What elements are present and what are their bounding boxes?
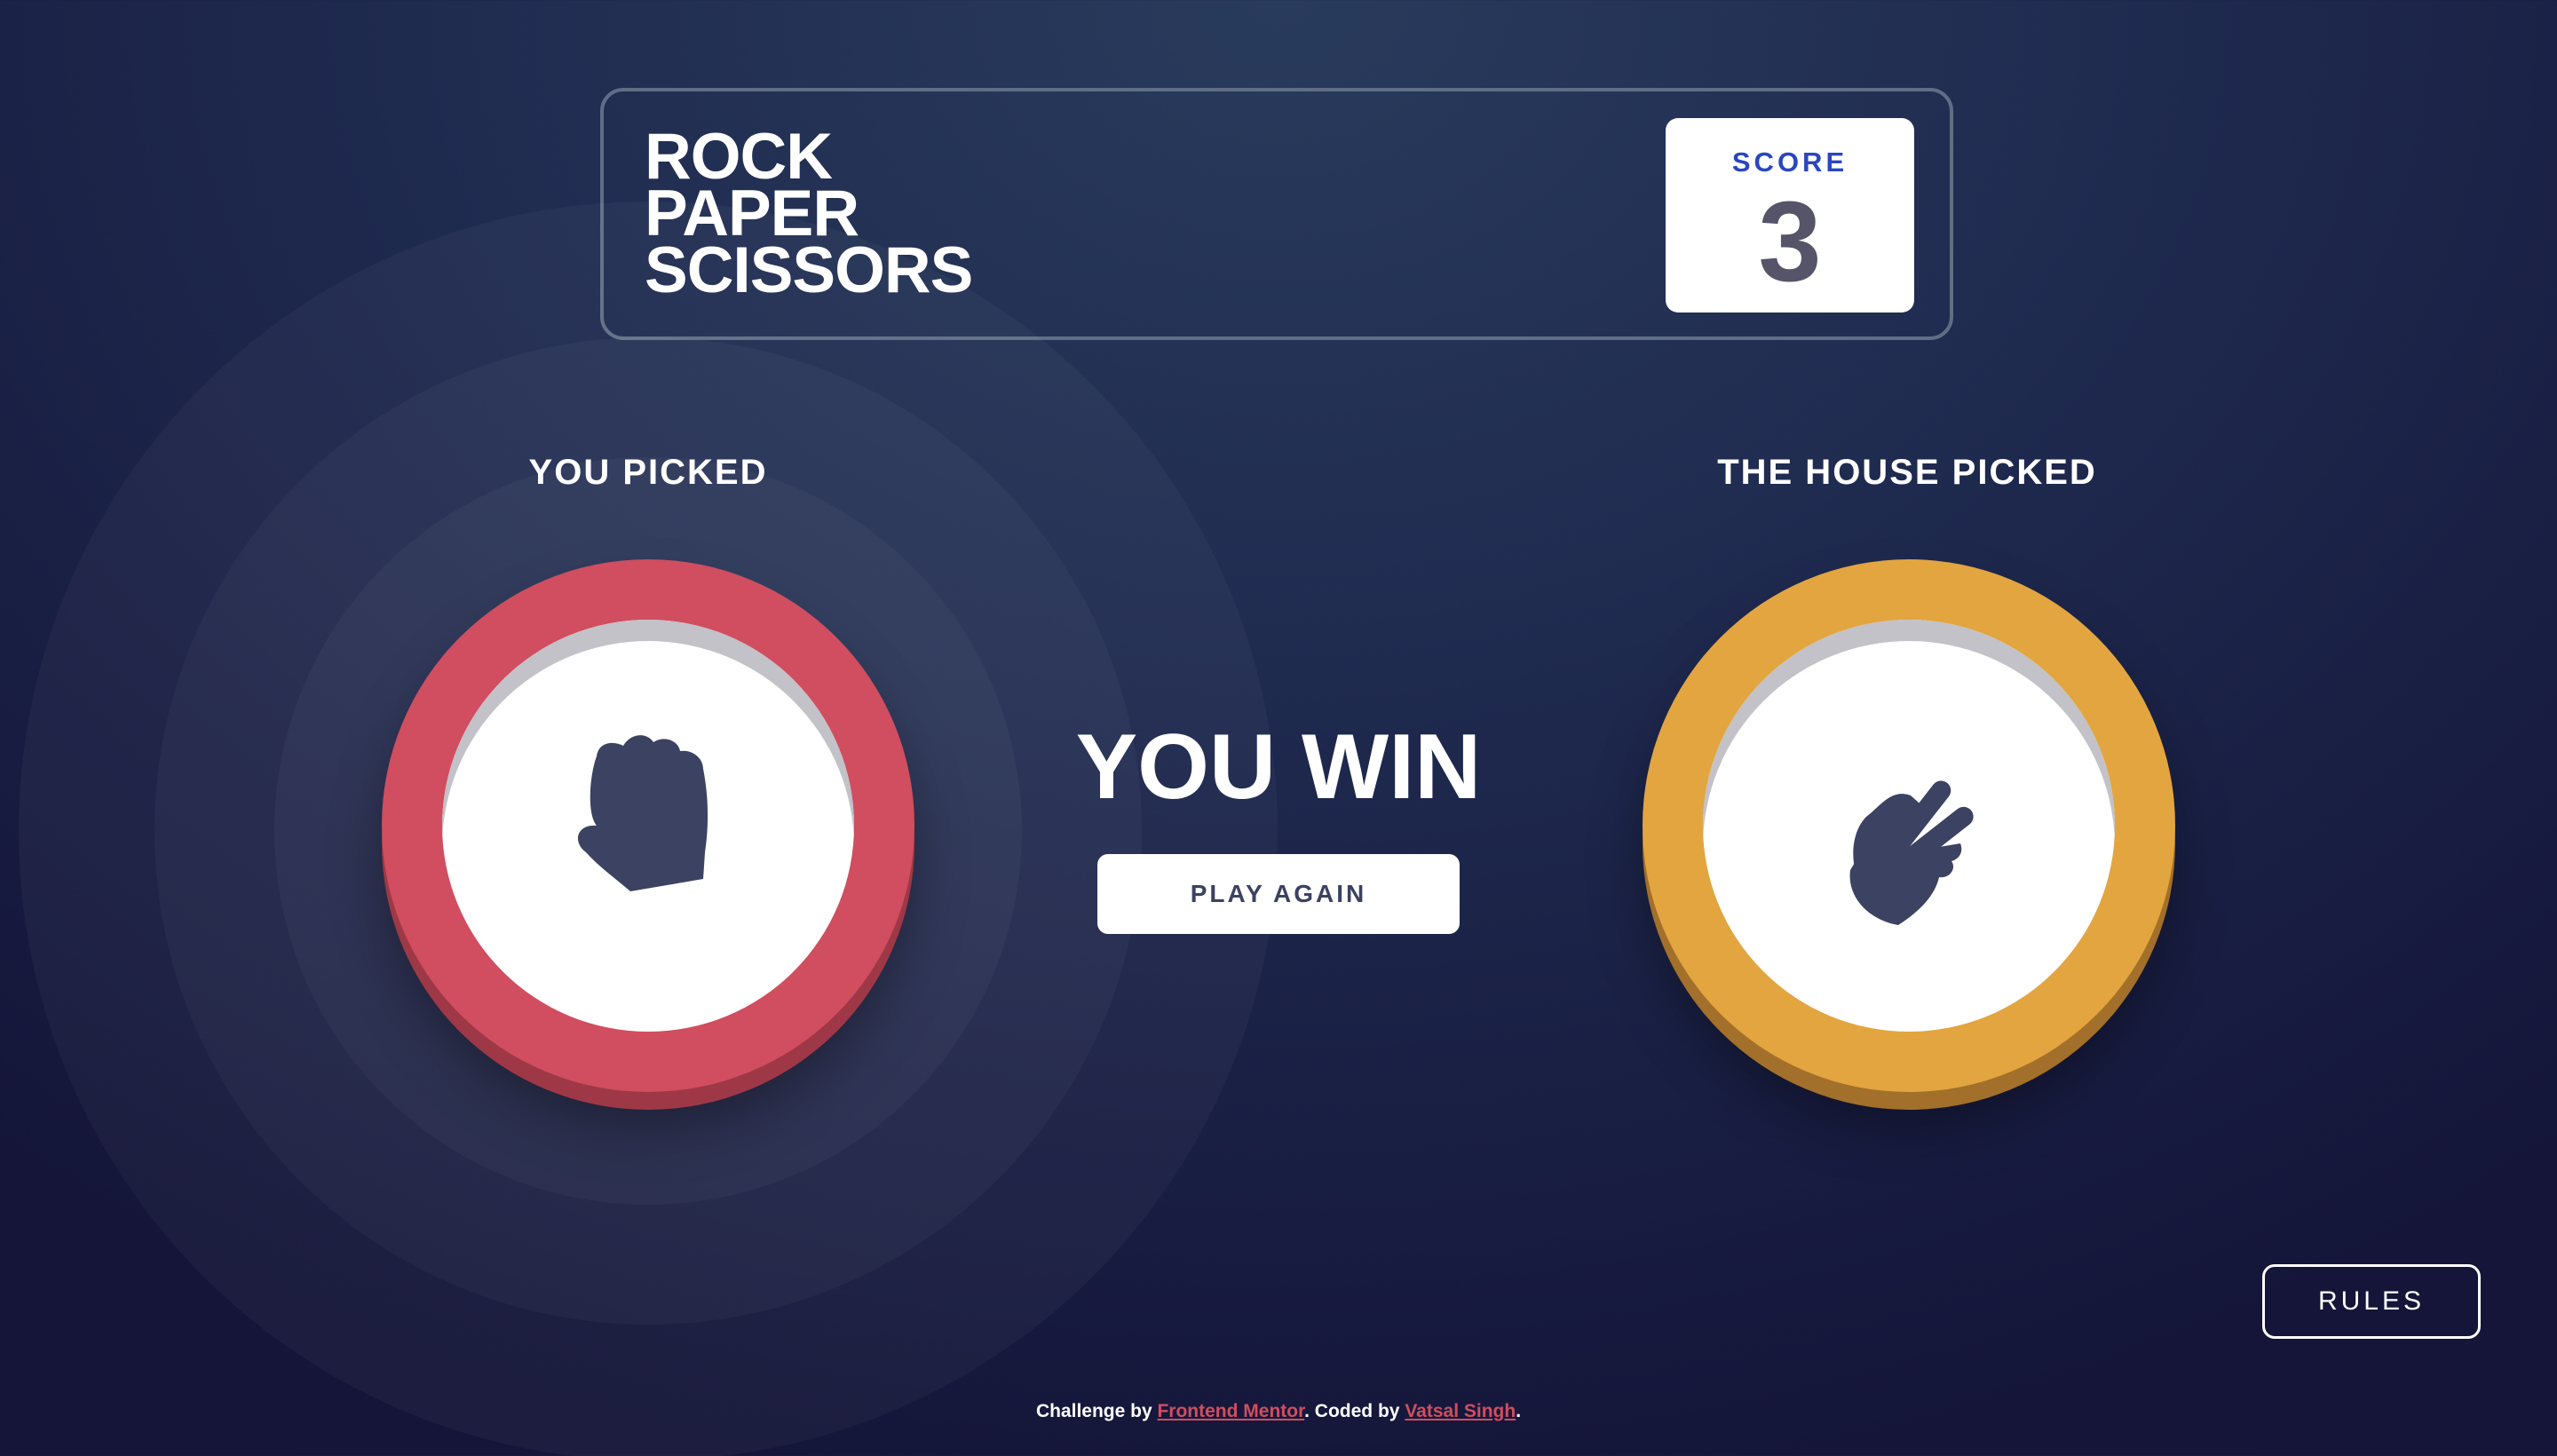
play-again-button[interactable]: PLAY AGAIN xyxy=(1097,854,1460,934)
attribution-prefix: Challenge by xyxy=(1035,1401,1152,1421)
player-pick-label: YOU PICKED xyxy=(528,453,768,492)
player-rock-token xyxy=(382,559,914,1092)
attribution-suffix: . xyxy=(1516,1401,1522,1421)
result-text: YOU WIN xyxy=(1075,716,1482,819)
player-token-face xyxy=(442,620,854,1032)
attribution: Challenge by Frontend Mentor. Coded by V… xyxy=(0,1401,2557,1422)
score-value: 3 xyxy=(1758,178,1822,305)
rock-icon xyxy=(577,735,709,891)
house-pick-label: THE HOUSE PICKED xyxy=(1717,453,2097,492)
house-token-face xyxy=(1703,620,2115,1032)
rules-button[interactable]: RULES xyxy=(2262,1264,2481,1339)
house-scissors-token xyxy=(1643,559,2175,1092)
frontend-mentor-link[interactable]: Frontend Mentor xyxy=(1157,1401,1304,1421)
score-label: SCORE xyxy=(1731,146,1848,178)
scissors-icon xyxy=(1849,780,1974,925)
author-link[interactable]: Vatsal Singh xyxy=(1405,1401,1516,1421)
attribution-middle: . Coded by xyxy=(1304,1401,1400,1421)
score-box: SCORE 3 xyxy=(1666,118,1914,313)
